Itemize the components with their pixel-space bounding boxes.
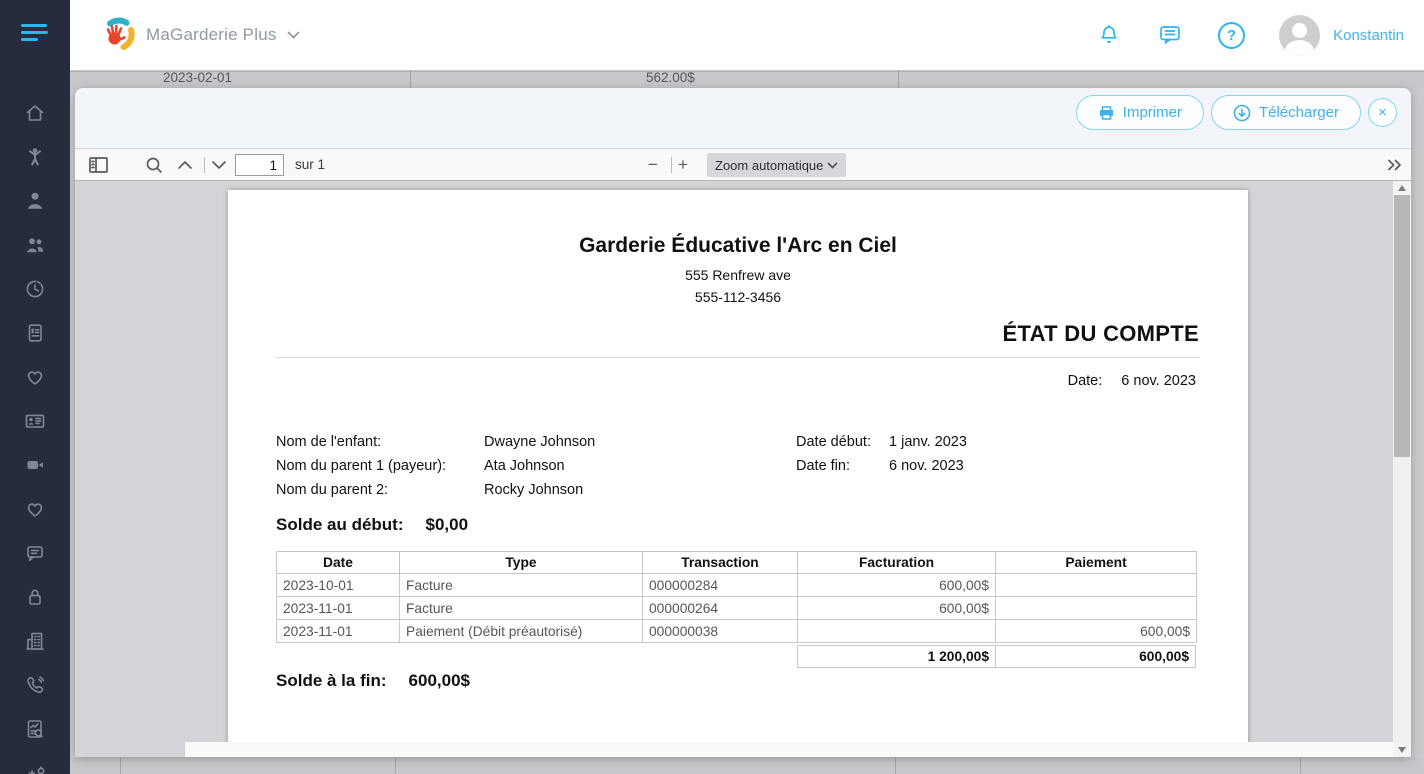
scroll-down-icon[interactable]	[1393, 743, 1411, 757]
sidebar-item-messages[interactable]	[0, 531, 70, 575]
organization-name: Garderie Éducative l'Arc en Ciel	[228, 234, 1248, 258]
id-card-icon	[23, 409, 47, 433]
modal-actions: Imprimer Télécharger ×	[1076, 95, 1397, 130]
sidebar-item-billing[interactable]	[0, 311, 70, 355]
building-icon	[23, 629, 47, 653]
sidebar-item-home[interactable]	[0, 91, 70, 135]
opening-balance: Solde au début: $0,00	[276, 515, 468, 535]
chevron-down-icon	[827, 162, 838, 169]
download-button[interactable]: Télécharger	[1211, 95, 1361, 130]
app-root: { "header": { "brand": "MaGarderie Plus"…	[0, 0, 1424, 774]
heart-icon	[23, 365, 47, 389]
scrollbar-thumb[interactable]	[1394, 195, 1410, 457]
zoom-mode-select[interactable]: Zoom automatique	[707, 153, 846, 177]
app-logo-icon	[100, 17, 136, 53]
statement-title: ÉTAT DU COMPTE	[1003, 321, 1200, 347]
closing-balance: Solde à la fin: 600,00$	[276, 671, 470, 691]
phone-icon	[23, 673, 47, 697]
sidebar-item-organization[interactable]	[0, 619, 70, 663]
total-paiement: 600,00$	[995, 645, 1196, 668]
sidebar-item-children[interactable]	[0, 135, 70, 179]
table-row: 2023-11-01 Facture 000000264 600,00$	[277, 597, 1197, 620]
sidebar-item-favorites[interactable]	[0, 355, 70, 399]
print-button[interactable]: Imprimer	[1076, 95, 1204, 130]
user-name: Konstantin	[1333, 27, 1404, 44]
people-icon	[23, 233, 47, 257]
page-number-input[interactable]	[235, 154, 284, 176]
col-header-type: Type	[400, 552, 643, 574]
sidebar-item-schedule[interactable]	[0, 267, 70, 311]
clock-icon	[23, 277, 47, 301]
hamburger-menu-icon[interactable]	[21, 24, 49, 45]
lock-icon	[23, 585, 47, 609]
background-table-amount: 562.00$	[646, 70, 695, 85]
brand-name: MaGarderie Plus	[146, 25, 277, 45]
home-icon	[23, 101, 47, 125]
chevron-down-icon	[287, 31, 300, 39]
dimmed-background-table-bottom	[70, 757, 1424, 774]
top-header: MaGarderie Plus ? Konstantin	[70, 0, 1424, 70]
col-header-paiement: Paiement	[996, 552, 1197, 574]
transactions-table: Date Type Transaction Facturation Paieme…	[276, 551, 1197, 643]
pdf-page: Garderie Éducative l'Arc en Ciel 555 Ren…	[228, 190, 1248, 742]
sidebar-item-parents[interactable]	[0, 179, 70, 223]
user-menu[interactable]: Konstantin	[1279, 15, 1404, 56]
report-search-icon	[23, 717, 47, 741]
scroll-up-icon[interactable]	[1393, 181, 1411, 195]
chat-bubble-icon	[23, 541, 47, 565]
page-count-label: sur 1	[295, 149, 325, 180]
sidebar	[0, 0, 70, 774]
sidebar-item-settings[interactable]	[0, 751, 70, 774]
background-table-date: 2023-02-01	[163, 70, 232, 85]
sidebar-nav	[0, 91, 70, 774]
video-camera-icon	[23, 453, 47, 477]
col-header-facturation: Facturation	[798, 552, 996, 574]
search-icon[interactable]	[145, 149, 163, 180]
close-icon[interactable]: ×	[1368, 98, 1397, 127]
invoice-icon	[23, 321, 47, 345]
printer-icon	[1098, 105, 1115, 121]
statement-viewer-modal: Imprimer Télécharger × sur 1 − + Zoom au…	[75, 88, 1411, 757]
pdf-toolbar: sur 1 − + Zoom automatique	[75, 148, 1411, 181]
dimmed-background-table: 2023-02-01 562.00$	[70, 70, 1424, 88]
notifications-bell-icon[interactable]	[1096, 22, 1122, 49]
table-row: 2023-10-01 Facture 000000284 600,00$	[277, 574, 1197, 597]
organization-address: 555 Renfrew ave	[228, 267, 1248, 283]
horizontal-scrollbar[interactable]	[75, 742, 1393, 757]
sidebar-item-camera[interactable]	[0, 443, 70, 487]
child-icon	[23, 145, 47, 169]
organization-phone: 555-112-3456	[228, 289, 1248, 305]
heart-icon	[23, 497, 47, 521]
sidebar-item-health[interactable]	[0, 487, 70, 531]
zoom-out-icon[interactable]: −	[648, 149, 658, 180]
avatar	[1279, 15, 1320, 56]
sidebar-item-calls[interactable]	[0, 663, 70, 707]
gears-icon	[22, 741, 48, 774]
col-header-date: Date	[277, 552, 400, 574]
sidebar-item-groups[interactable]	[0, 223, 70, 267]
secondary-toolbar-toggle-icon[interactable]	[1387, 149, 1403, 180]
previous-page-icon[interactable]	[177, 149, 193, 180]
sidebar-toggle-icon[interactable]	[89, 149, 108, 180]
download-icon	[1233, 104, 1251, 122]
total-facturation: 1 200,00$	[797, 645, 996, 668]
vertical-scrollbar[interactable]	[1393, 181, 1411, 757]
zoom-in-icon[interactable]: +	[678, 149, 688, 180]
col-header-transaction: Transaction	[643, 552, 798, 574]
header-actions: ? Konstantin	[1096, 0, 1404, 70]
person-icon	[23, 189, 47, 213]
help-icon[interactable]: ?	[1218, 22, 1245, 49]
brand-menu[interactable]: MaGarderie Plus	[100, 17, 300, 53]
sidebar-item-contact-card[interactable]	[0, 399, 70, 443]
divider	[276, 357, 1200, 358]
statement-date: Date: 6 nov. 2023	[1068, 373, 1196, 389]
messages-icon[interactable]	[1156, 22, 1184, 48]
pdf-viewer: Garderie Éducative l'Arc en Ciel 555 Ren…	[75, 181, 1411, 742]
sidebar-item-security[interactable]	[0, 575, 70, 619]
table-row: 2023-11-01 Paiement (Débit préautorisé) …	[277, 620, 1197, 643]
next-page-icon[interactable]	[211, 149, 227, 180]
table-header-row: Date Type Transaction Facturation Paieme…	[277, 552, 1197, 574]
